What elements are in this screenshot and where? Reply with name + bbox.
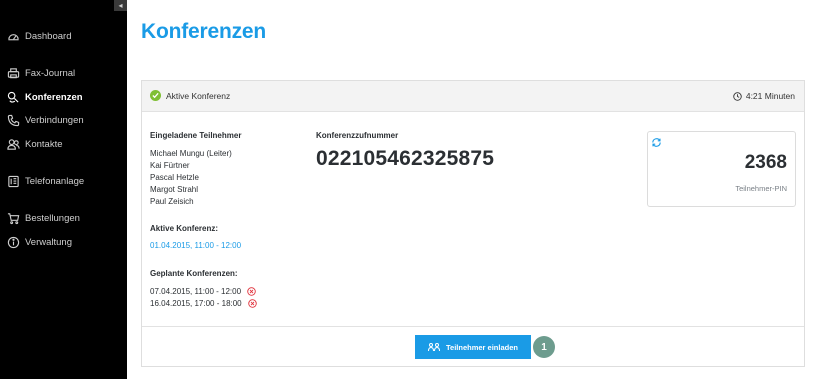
participant-item: Pascal Hetzle	[150, 173, 199, 182]
sidebar-item-fax-journal[interactable]: Fax-Journal	[6, 65, 75, 81]
sidebar-item-verwaltung[interactable]: Verwaltung	[6, 234, 72, 250]
planned-conferences-heading: Geplante Konferenzen:	[150, 269, 238, 278]
participants-icon	[428, 343, 441, 352]
planned-conference-date: 07.04.2015, 11:00 - 12:00	[150, 287, 242, 296]
sidebar-item-kontakte[interactable]: Kontakte	[6, 136, 63, 152]
conference-number-heading: Konferenzzufnummer	[316, 131, 399, 140]
fax-icon	[6, 66, 20, 80]
delete-icon[interactable]	[247, 287, 256, 296]
sidebar-item-label: Fax-Journal	[25, 67, 76, 79]
sidebar-item-label: Verwaltung	[25, 236, 73, 248]
conference-card-footer: Teilnehmer einladen 1	[142, 326, 804, 366]
contacts-icon	[6, 137, 20, 151]
participant-item: Margot Strahl	[150, 185, 199, 194]
sidebar-item-dashboard[interactable]: Dashboard	[6, 28, 71, 44]
sidebar-item-telefonanlage[interactable]: Telefonanlage	[6, 173, 84, 189]
conference-duration: 4:21 Minuten	[733, 91, 795, 101]
planned-conference-date: 16.04.2015, 17:00 - 18:00	[150, 299, 242, 308]
cart-icon	[6, 211, 20, 225]
sidebar-item-label: Verbindungen	[25, 114, 84, 126]
conference-card: Aktive Konferenz 4:21 Minuten Eingeladen…	[141, 80, 805, 367]
sidebar-item-bestellungen[interactable]: Bestellungen	[6, 210, 80, 226]
invite-button-label: Teilnehmer einladen	[446, 342, 518, 352]
pbx-icon	[6, 174, 20, 188]
sidebar-item-verbindungen[interactable]: Verbindungen	[6, 112, 84, 128]
planned-conference-row: 16.04.2015, 17:00 - 18:00	[150, 299, 257, 308]
delete-icon[interactable]	[247, 299, 257, 308]
sidebar-item-label: Bestellungen	[25, 212, 80, 224]
sidebar-item-label: Konferenzen	[25, 91, 83, 103]
active-conference-heading: Aktive Konferenz:	[150, 224, 219, 233]
dashboard-icon	[6, 29, 20, 43]
info-icon	[6, 235, 20, 249]
participant-item: Paul Zeisich	[150, 197, 194, 206]
active-conference-link[interactable]: 01.04.2015, 11:00 - 12:00	[150, 241, 241, 250]
phone-icon	[6, 113, 20, 127]
duration-text: 4:21 Minuten	[745, 91, 795, 101]
clock-icon	[733, 91, 742, 101]
page-title: Konferenzen	[141, 20, 266, 43]
collapse-sidebar-button[interactable]: ◂	[114, 0, 127, 11]
sidebar-item-label: Kontakte	[25, 138, 63, 150]
step-badge: 1	[533, 336, 555, 358]
active-check-icon	[150, 90, 161, 101]
conference-card-header: Aktive Konferenz 4:21 Minuten	[142, 81, 804, 112]
conference-number: 022105462325875	[316, 147, 495, 170]
pin-value: 2368	[744, 152, 787, 173]
pin-label: Teilnehmer-PIN	[735, 184, 787, 193]
participant-item: Michael Mungu (Leiter)	[150, 149, 232, 158]
sidebar: ◂ Dashboard Fax-Journal Konferenzen Verb…	[0, 0, 127, 379]
pin-box: 2368 Teilnehmer-PIN	[647, 131, 796, 207]
conference-icon	[6, 90, 20, 104]
sidebar-item-konferenzen[interactable]: Konferenzen	[6, 89, 83, 105]
conference-status-label: Aktive Konferenz	[166, 91, 231, 101]
invited-heading: Eingeladene Teilnehmer	[150, 131, 242, 140]
refresh-icon[interactable]	[651, 137, 662, 148]
planned-conference-row: 07.04.2015, 11:00 - 12:00	[150, 287, 256, 296]
sidebar-item-label: Dashboard	[25, 30, 72, 42]
invite-participants-button[interactable]: Teilnehmer einladen	[415, 335, 531, 359]
participant-item: Kai Fürtner	[150, 161, 190, 170]
sidebar-item-label: Telefonanlage	[25, 175, 85, 187]
